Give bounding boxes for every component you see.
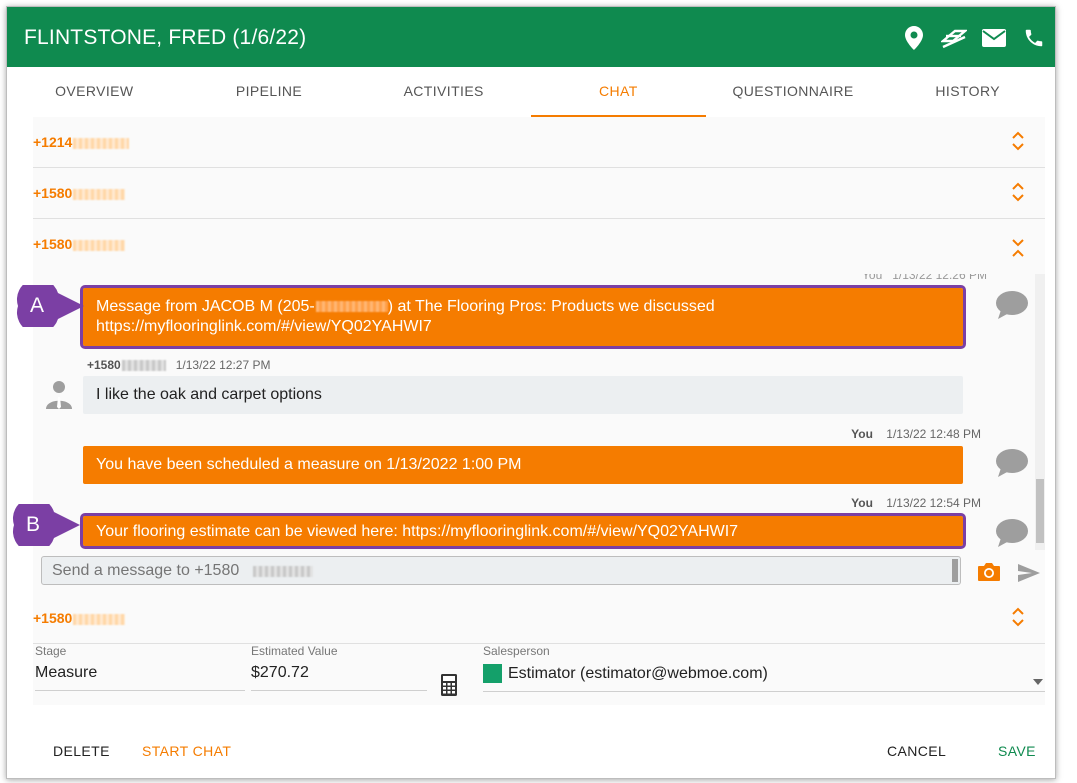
message-meta: You 1/13/22 12:54 PM: [851, 496, 981, 510]
tab-history[interactable]: HISTORY: [880, 67, 1055, 117]
email-icon[interactable]: [979, 23, 1009, 53]
message-bubble-outgoing[interactable]: Your flooring estimate can be viewed her…: [80, 513, 966, 549]
start-chat-button[interactable]: START CHAT: [142, 743, 231, 759]
salesperson-color-swatch: [483, 664, 502, 683]
message-bubble-outgoing[interactable]: You have been scheduled a measure on 1/1…: [83, 446, 963, 484]
callout-badge-b: B: [10, 504, 80, 546]
phone-number: +1214: [33, 134, 130, 150]
tab-bar: OVERVIEW PIPELINE ACTIVITIES CHAT QUESTI…: [7, 67, 1055, 117]
salesperson-select[interactable]: Estimator (estimator@webmoe.com): [483, 664, 1045, 692]
dropdown-arrow-icon[interactable]: [1033, 672, 1043, 690]
chat-bubble-icon[interactable]: [995, 518, 1029, 550]
dialog-header: FLINTSTONE, FRED (1/6/22): [7, 7, 1055, 67]
phone-row-expanded[interactable]: +1580: [33, 219, 1045, 273]
tab-questionnaire[interactable]: QUESTIONNAIRE: [706, 67, 881, 117]
phone-number: +1580: [33, 236, 126, 252]
expand-chevron-icon[interactable]: [1011, 181, 1025, 208]
phone-row[interactable]: +1580: [33, 168, 1045, 219]
send-icon[interactable]: [1017, 563, 1041, 588]
delete-button[interactable]: DELETE: [53, 743, 110, 759]
message-input[interactable]: [42, 557, 942, 584]
stage-value[interactable]: Measure: [35, 664, 245, 691]
estimated-value-label: Estimated Value: [251, 644, 338, 658]
map-pin-icon[interactable]: [899, 23, 929, 53]
tab-chat[interactable]: CHAT: [531, 67, 706, 117]
tab-overview[interactable]: OVERVIEW: [7, 67, 182, 117]
lead-dialog: FLINTSTONE, FRED (1/6/22) OVERVIEW PIPEL…: [6, 6, 1056, 779]
stage-field[interactable]: Stage Measure: [35, 644, 245, 691]
scrollbar-thumb[interactable]: [1036, 479, 1044, 543]
message-meta: +1580 1/13/22 12:27 PM: [87, 358, 271, 372]
save-button[interactable]: SAVE: [998, 743, 1036, 759]
salesperson-value: Estimator (estimator@webmoe.com): [508, 664, 768, 682]
message-bubble-incoming[interactable]: I like the oak and carpet options: [83, 376, 963, 414]
message-meta-cut: You 1/13/22 12:26 PM: [862, 274, 987, 282]
estimated-value-input[interactable]: $270.72: [251, 664, 427, 691]
avatar-icon: [45, 379, 73, 414]
composer-scrollbar: [952, 559, 958, 582]
expand-chevron-icon[interactable]: [1011, 130, 1025, 157]
calculator-icon[interactable]: [441, 674, 457, 701]
phone-number: +1580: [33, 610, 126, 626]
camera-icon[interactable]: [977, 562, 1001, 587]
chat-panel: +1214 +1580 +1580 You 1/13/22 12:26 PM M…: [33, 117, 1045, 705]
salesperson-field[interactable]: Salesperson Estimator (estimator@webmoe.…: [483, 644, 1045, 692]
chat-scrollbar[interactable]: [1035, 274, 1045, 550]
tab-pipeline[interactable]: PIPELINE: [182, 67, 357, 117]
stage-label: Stage: [35, 644, 67, 658]
phone-row[interactable]: +1214: [33, 117, 1045, 168]
cancel-button[interactable]: CANCEL: [887, 743, 946, 759]
lead-form: Stage Measure Estimated Value $270.72 Sa…: [33, 644, 1045, 705]
message-bubble-outgoing[interactable]: Message from JACOB M (205-) at The Floor…: [80, 285, 966, 349]
message-meta: You 1/13/22 12:48 PM: [851, 427, 981, 441]
header-actions: [899, 23, 1049, 53]
phone-icon[interactable]: [1019, 23, 1049, 53]
expand-chevron-icon[interactable]: [1011, 606, 1025, 633]
chat-thread[interactable]: You 1/13/22 12:26 PM Message from JACOB …: [33, 274, 1045, 550]
page-title: FLINTSTONE, FRED (1/6/22): [24, 26, 307, 49]
phone-number: +1580: [33, 185, 126, 201]
message-composer: [41, 556, 961, 585]
salesperson-label: Salesperson: [483, 644, 550, 658]
tab-activities[interactable]: ACTIVITIES: [356, 67, 531, 117]
estimated-value-field[interactable]: Estimated Value $270.72: [251, 644, 427, 691]
chat-bubble-icon[interactable]: [995, 290, 1029, 325]
callout-badge-a: A: [14, 285, 84, 327]
collapse-chevron-icon[interactable]: [1011, 237, 1025, 264]
leads-icon[interactable]: [939, 23, 969, 53]
chat-bubble-icon[interactable]: [995, 448, 1029, 483]
phone-row[interactable]: +1580: [33, 593, 1045, 644]
